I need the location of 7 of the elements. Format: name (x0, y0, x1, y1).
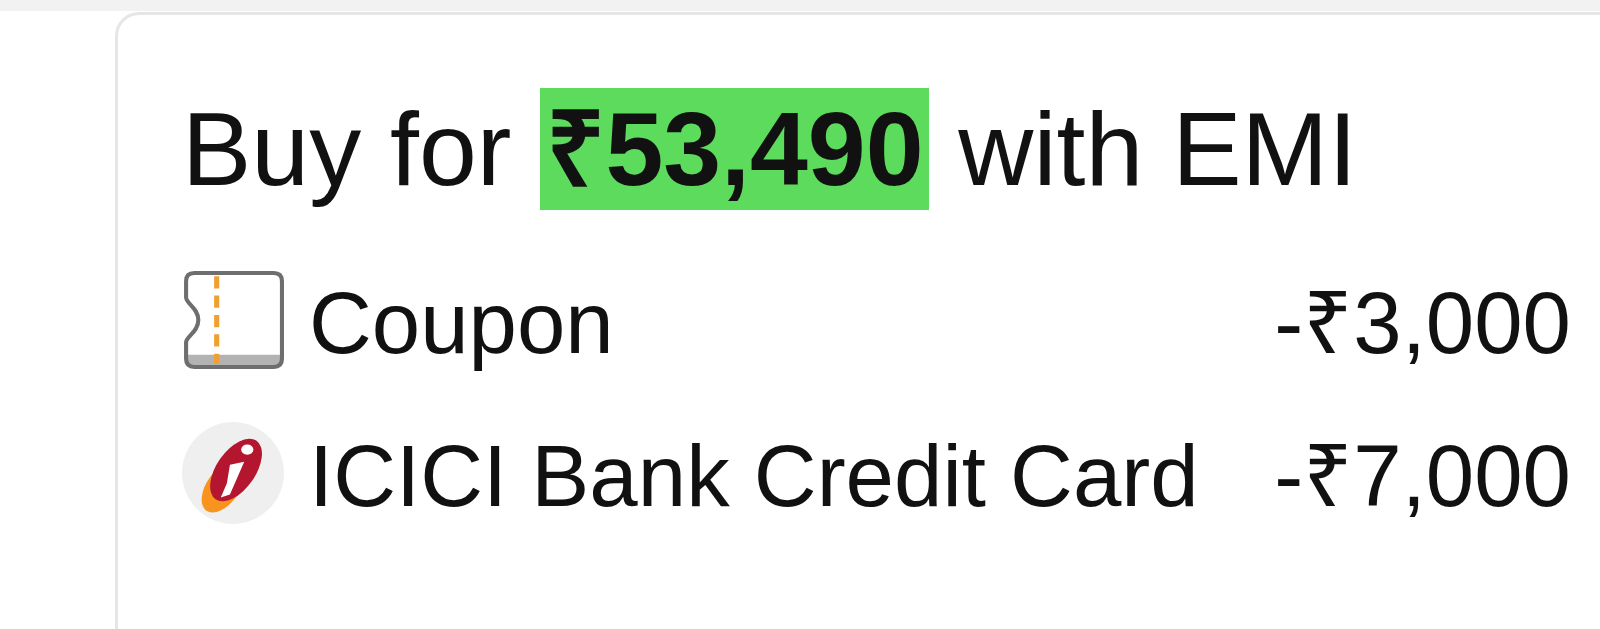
discount-amount: -₹3,000 (1274, 272, 1571, 373)
logo-icon (182, 421, 284, 524)
discount-label: Coupon (309, 272, 614, 373)
ticket-icon (182, 268, 284, 371)
offer-heading: Buy for ₹53,490 with EMI (182, 87, 1358, 212)
discount-label: ICICI Bank Credit Card (309, 425, 1199, 526)
discount-amount: -₹7,000 (1274, 425, 1571, 526)
